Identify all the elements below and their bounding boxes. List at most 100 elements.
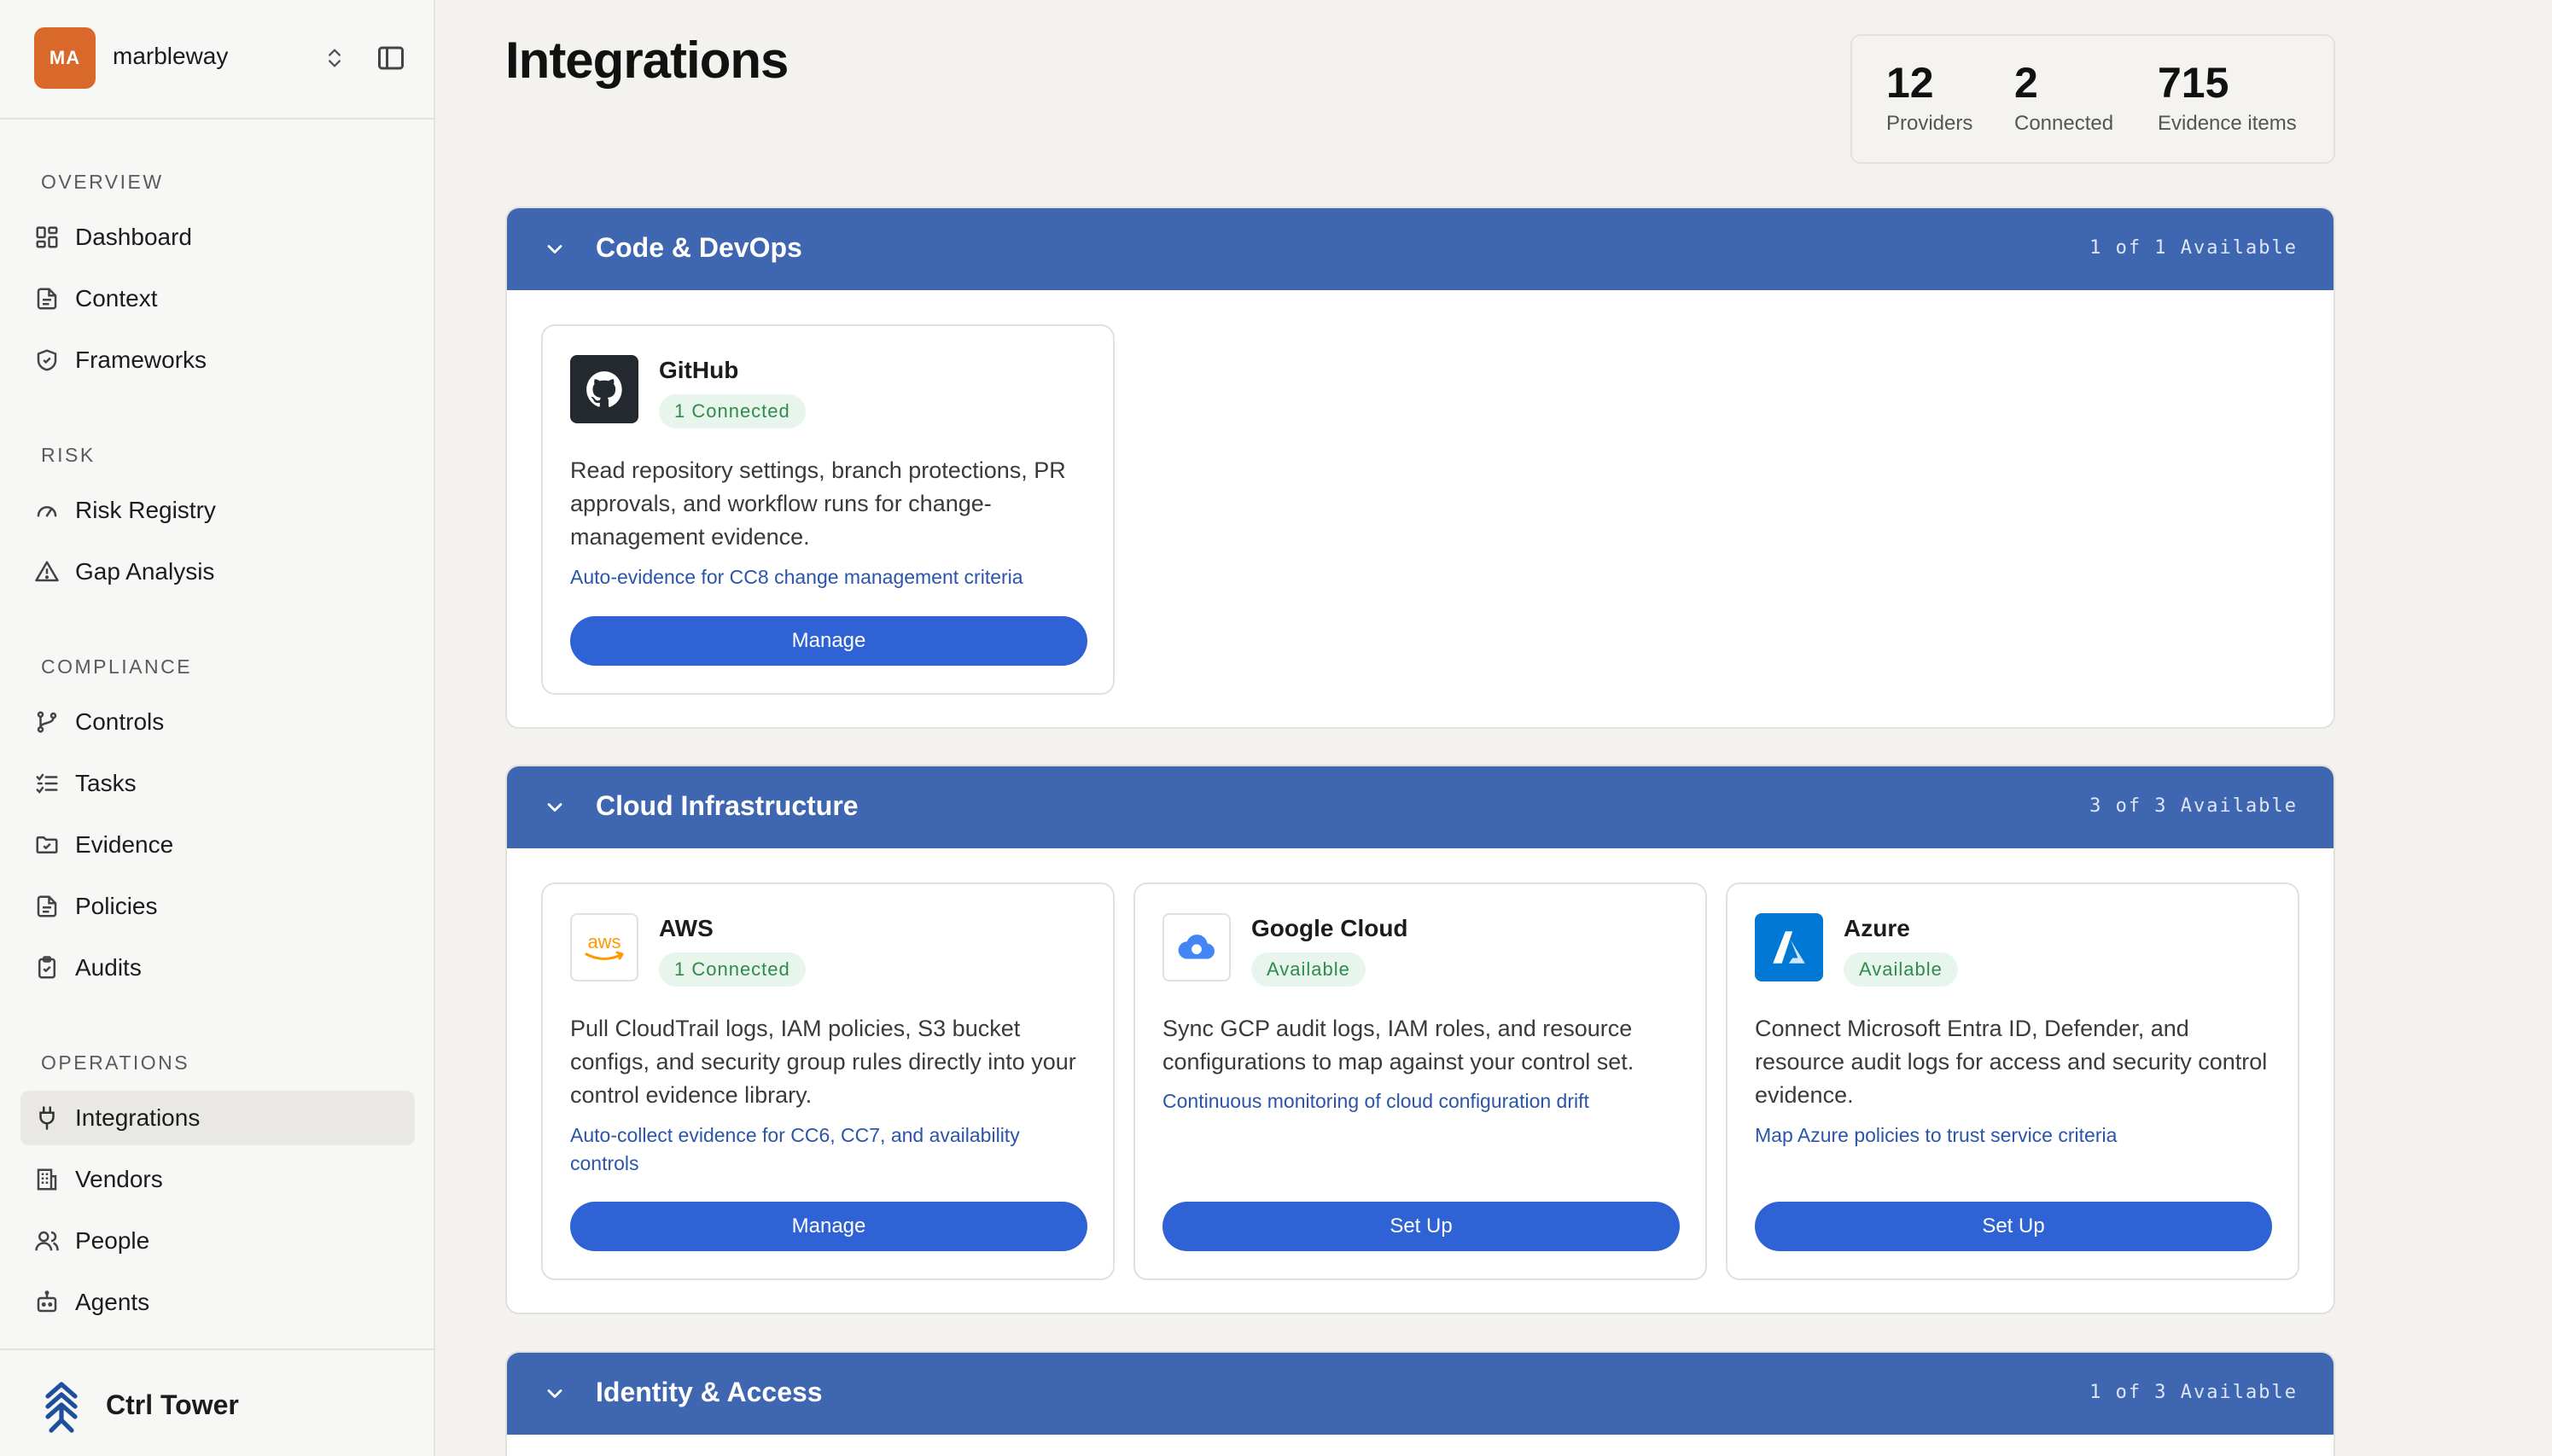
section-identity-access: Identity & Access 1 of 3 Available xyxy=(505,1351,2335,1456)
sidebar-item-label: Integrations xyxy=(75,1104,201,1131)
stat-value: 12 xyxy=(1886,59,1934,107)
document-icon xyxy=(37,288,57,310)
svg-text:aws: aws xyxy=(587,931,621,952)
manage-button[interactable]: Manage xyxy=(570,1202,1087,1251)
sidebar-item-label: Evidence xyxy=(75,831,174,858)
integration-name: GitHub xyxy=(659,357,739,383)
integration-benefit-link[interactable]: Map Azure policies to trust service crit… xyxy=(1755,1121,2275,1150)
integration-card-azure: Azure Available Connect Microsoft Entra … xyxy=(1726,882,2299,1280)
section-header[interactable]: Code & DevOps 1 of 1 Available xyxy=(507,208,2334,290)
sidebar-item-tasks[interactable]: Tasks xyxy=(20,756,415,811)
integration-card-aws: aws AWS 1 Connected Pull CloudTrail logs… xyxy=(541,882,1115,1280)
nav-section-operations: OPERATIONS xyxy=(41,1051,190,1074)
google-cloud-logo-icon xyxy=(1162,913,1231,981)
integration-card-google-cloud: Google Cloud Available Sync GCP audit lo… xyxy=(1133,882,1707,1280)
sidebar-toggle-icon[interactable] xyxy=(376,43,406,73)
set-up-button[interactable]: Set Up xyxy=(1162,1202,1680,1251)
gauge-icon xyxy=(37,506,57,517)
sidebar-item-label: People xyxy=(75,1227,150,1254)
nav-section-compliance: COMPLIANCE xyxy=(41,655,193,678)
workspace-name[interactable]: marbleway xyxy=(113,43,228,70)
section-count: 3 of 3 Available xyxy=(2089,795,2298,817)
section-cloud-infrastructure: Cloud Infrastructure 3 of 3 Available aw… xyxy=(505,765,2335,1314)
checklist-icon xyxy=(36,773,58,794)
chevron-down-icon[interactable] xyxy=(543,795,567,819)
integration-benefit-link[interactable]: Continuous monitoring of cloud configura… xyxy=(1162,1087,1683,1115)
stat-label: Evidence items xyxy=(2158,112,2297,135)
sidebar-item-gap-analysis[interactable]: Gap Analysis xyxy=(20,545,415,599)
section-code-devops: Code & DevOps 1 of 1 Available GitHub 1 … xyxy=(505,207,2335,729)
sidebar-item-integrations[interactable]: Integrations xyxy=(20,1091,415,1145)
status-badge: 1 Connected xyxy=(659,394,806,428)
status-badge: 1 Connected xyxy=(659,952,806,987)
sidebar-item-agents[interactable]: Agents xyxy=(20,1275,415,1330)
workspace-avatar[interactable]: MA xyxy=(34,27,96,89)
dashboard-icon xyxy=(36,226,58,248)
sidebar-item-label: Audits xyxy=(75,954,142,981)
warning-icon xyxy=(35,561,59,582)
integration-benefit-link[interactable]: Auto-collect evidence for CC6, CC7, and … xyxy=(570,1121,1091,1178)
stat-label: Providers xyxy=(1886,112,1973,135)
section-header[interactable]: Identity & Access 1 of 3 Available xyxy=(507,1353,2334,1435)
sidebar: MA marbleway OVERVIEW Dashboard Context … xyxy=(0,0,435,1456)
sidebar-item-frameworks[interactable]: Frameworks xyxy=(20,333,415,387)
stat-value: 715 xyxy=(2158,59,2229,107)
section-count: 1 of 1 Available xyxy=(2089,237,2298,259)
sidebar-item-label: Vendors xyxy=(75,1166,163,1192)
plug-icon xyxy=(39,1106,55,1130)
stat-providers: 12 Providers xyxy=(1886,60,1972,136)
status-badge: Available xyxy=(1251,952,1366,987)
sidebar-item-controls[interactable]: Controls xyxy=(20,695,415,749)
integration-description: Sync GCP audit logs, IAM roles, and reso… xyxy=(1162,1016,1634,1075)
sidebar-item-label: Context xyxy=(75,285,158,312)
building-icon xyxy=(37,1168,57,1191)
shield-icon xyxy=(37,349,57,371)
page-title: Integrations xyxy=(505,32,789,89)
sidebar-item-label: Gap Analysis xyxy=(75,558,215,585)
chevron-down-icon[interactable] xyxy=(543,237,567,261)
integration-benefit-link[interactable]: Auto-evidence for CC8 change management … xyxy=(570,563,1091,591)
sidebar-item-evidence[interactable]: Evidence xyxy=(20,818,415,872)
sidebar-item-label: Agents xyxy=(75,1289,150,1315)
sidebar-item-policies[interactable]: Policies xyxy=(20,879,415,934)
integration-name: Azure xyxy=(1844,915,1910,941)
branch-icon xyxy=(37,711,57,733)
sidebar-item-dashboard[interactable]: Dashboard xyxy=(20,210,415,265)
users-icon xyxy=(35,1231,59,1251)
integration-name: Google Cloud xyxy=(1251,915,1408,941)
section-title: Code & DevOps xyxy=(596,232,802,263)
sidebar-item-context[interactable]: Context xyxy=(20,271,415,326)
manage-button[interactable]: Manage xyxy=(570,616,1087,666)
sidebar-item-label: Dashboard xyxy=(75,224,192,250)
integration-description: Connect Microsoft Entra ID, Defender, an… xyxy=(1755,1016,2268,1108)
sidebar-item-label: Policies xyxy=(75,893,158,919)
chevron-down-icon[interactable] xyxy=(543,1382,567,1406)
azure-logo-icon xyxy=(1755,913,1823,981)
ctrl-tower-logo-icon[interactable] xyxy=(38,1379,85,1434)
sidebar-item-risk-registry[interactable]: Risk Registry xyxy=(20,483,415,538)
nav-section-risk: RISK xyxy=(41,444,96,466)
integration-description: Read repository settings, branch protect… xyxy=(570,457,1066,550)
document-icon xyxy=(37,895,57,917)
integration-description: Pull CloudTrail logs, IAM policies, S3 b… xyxy=(570,1016,1076,1108)
stats-summary: 12 Providers 2 Connected 715 Evidence it… xyxy=(1850,34,2335,164)
stat-evidence-items: 715 Evidence items xyxy=(2158,60,2297,136)
stat-label: Connected xyxy=(2014,112,2114,135)
nav-section-overview: OVERVIEW xyxy=(41,171,164,193)
set-up-button[interactable]: Set Up xyxy=(1755,1202,2272,1251)
sidebar-item-vendors[interactable]: Vendors xyxy=(20,1152,415,1207)
github-logo-icon xyxy=(570,355,638,423)
brand-name: Ctrl Tower xyxy=(106,1389,239,1420)
section-header[interactable]: Cloud Infrastructure 3 of 3 Available xyxy=(507,766,2334,848)
status-badge: Available xyxy=(1844,952,1958,987)
sidebar-item-audits[interactable]: Audits xyxy=(20,941,415,995)
section-count: 1 of 3 Available xyxy=(2089,1382,2298,1403)
chevron-up-down-icon[interactable] xyxy=(323,43,347,73)
stat-value: 2 xyxy=(2014,59,2038,107)
integration-card-github: GitHub 1 Connected Read repository setti… xyxy=(541,324,1115,695)
folder-check-icon xyxy=(36,836,58,853)
bot-icon xyxy=(37,1290,57,1313)
stat-connected: 2 Connected xyxy=(2014,60,2113,136)
sidebar-item-label: Tasks xyxy=(75,770,137,796)
sidebar-item-people[interactable]: People xyxy=(20,1214,415,1268)
